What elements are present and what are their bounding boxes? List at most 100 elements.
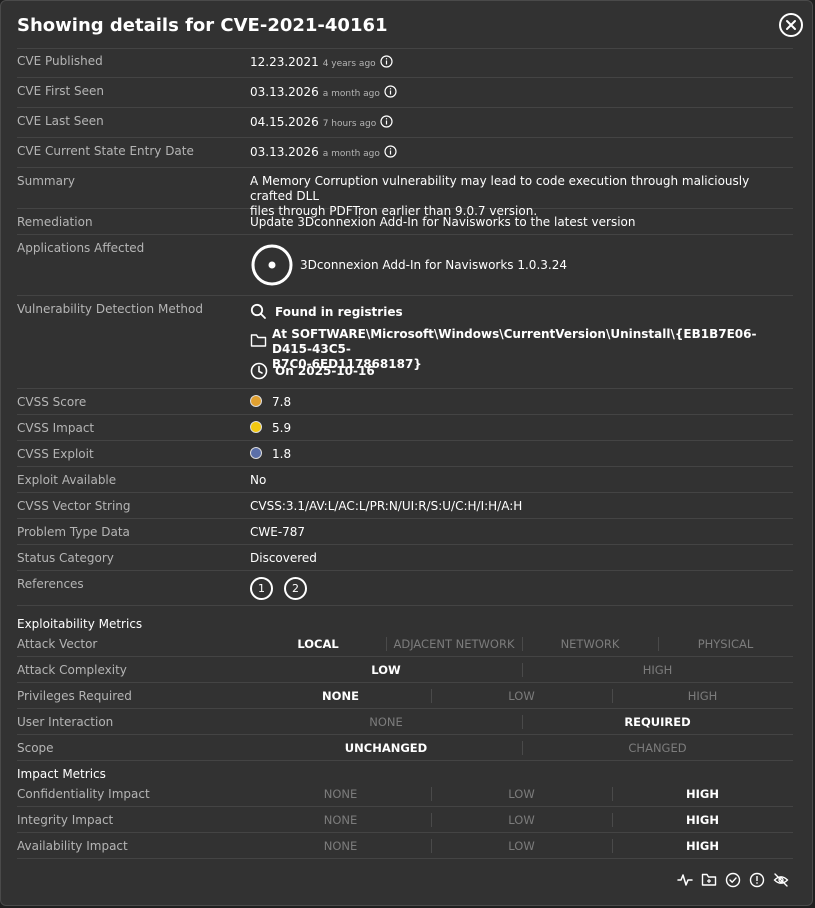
metric-privileges-required: Privileges Required NONE LOW HIGH [17, 689, 793, 709]
option-low[interactable]: LOW [431, 689, 612, 703]
option-network[interactable]: NETWORK [522, 637, 658, 651]
date-value: 03.13.2026 [250, 145, 319, 159]
row-cve-current-state: CVE Current State Entry Date 03.13.2026 a… [17, 144, 793, 168]
activity-icon[interactable] [677, 872, 693, 888]
option-none[interactable]: NONE [250, 839, 431, 853]
option-low[interactable]: LOW [431, 787, 612, 801]
option-required[interactable]: REQUIRED [522, 715, 793, 729]
exploitability-metrics-title: Exploitability Metrics [17, 617, 143, 631]
metric-label: Privileges Required [17, 689, 132, 703]
field-value: 12.23.2021 4 years ago [250, 55, 393, 69]
alert-circle-icon[interactable] [749, 872, 765, 888]
metric-scope: Scope UNCHANGED CHANGED [17, 741, 793, 761]
severity-dot [250, 421, 262, 433]
metric-attack-complexity: Attack Complexity LOW HIGH [17, 663, 793, 683]
field-value: 03.13.2026 a month ago [250, 145, 397, 159]
option-high[interactable]: HIGH [612, 839, 793, 853]
relative-time: a month ago [322, 149, 380, 159]
row-cvss-score: CVSS Score 7.8 [17, 395, 793, 415]
metric-label: Attack Complexity [17, 663, 127, 677]
field-value: Discovered [250, 551, 317, 565]
row-exploit-available: Exploit Available No [17, 473, 793, 493]
option-high[interactable]: HIGH [612, 813, 793, 827]
row-cvss-impact: CVSS Impact 5.9 [17, 421, 793, 441]
metric-integrity-impact: Integrity Impact NONE LOW HIGH [17, 813, 793, 833]
option-none[interactable]: NONE [250, 787, 431, 801]
option-none[interactable]: NONE [250, 715, 522, 729]
option-low[interactable]: LOW [431, 813, 612, 827]
option-high[interactable]: HIGH [612, 689, 793, 703]
metric-label: Availability Impact [17, 839, 128, 853]
field-label: CVE First Seen [17, 84, 105, 98]
option-adjacent-network[interactable]: ADJACENT NETWORK [386, 637, 522, 651]
modal-title: Showing details for CVE-2021-40161 [17, 15, 388, 36]
row-summary: Summary A Memory Corruption vulnerabilit… [17, 174, 793, 218]
metric-label: Scope [17, 741, 54, 755]
metric-user-interaction: User Interaction NONE REQUIRED [17, 715, 793, 735]
relative-time: 7 hours ago [322, 119, 377, 129]
score-value: 1.8 [272, 447, 292, 461]
application-icon [251, 244, 293, 286]
option-low[interactable]: LOW [250, 663, 522, 677]
field-value: 04.15.2026 7 hours ago [250, 115, 393, 129]
info-icon[interactable] [384, 85, 397, 98]
field-label: Problem Type Data [17, 525, 130, 539]
folder-icon[interactable] [701, 872, 717, 888]
option-high[interactable]: HIGH [612, 787, 793, 801]
row-cve-last-seen: CVE Last Seen 04.15.2026 7 hours ago [17, 114, 793, 138]
eye-off-icon[interactable] [773, 872, 789, 888]
option-none[interactable]: NONE [250, 689, 431, 703]
info-icon[interactable] [380, 115, 393, 128]
option-low[interactable]: LOW [431, 839, 612, 853]
option-changed[interactable]: CHANGED [522, 741, 793, 755]
option-local[interactable]: LOCAL [250, 637, 386, 651]
close-icon [786, 20, 796, 30]
row-status-category: Status Category Discovered [17, 551, 793, 571]
metric-label: User Interaction [17, 715, 114, 729]
check-circle-icon[interactable] [725, 872, 741, 888]
option-high[interactable]: HIGH [522, 663, 793, 677]
relative-time: 4 years ago [322, 59, 376, 69]
date-value: 03.13.2026 [250, 85, 319, 99]
row-cve-first-seen: CVE First Seen 03.13.2026 a month ago [17, 84, 793, 108]
metric-label: Confidentiality Impact [17, 787, 150, 801]
option-physical[interactable]: PHYSICAL [658, 637, 793, 651]
field-value: 7.8 [250, 395, 291, 409]
row-applications-affected: Applications Affected 3Dconnexion Add-In… [17, 241, 793, 296]
reference-link-2[interactable]: 2 [284, 577, 307, 600]
clock-icon [250, 362, 268, 380]
score-value: 7.8 [272, 395, 292, 409]
info-icon[interactable] [380, 55, 393, 68]
info-icon[interactable] [384, 145, 397, 158]
date-value: 04.15.2026 [250, 115, 319, 129]
field-label: CVE Last Seen [17, 114, 104, 128]
search-icon [250, 303, 266, 319]
close-button[interactable] [779, 13, 803, 37]
remediation-value: Update 3Dconnexion Add-In for Navisworks… [250, 215, 636, 229]
option-none[interactable]: NONE [250, 813, 431, 827]
summary-text: A Memory Corruption vulnerability may le… [250, 174, 793, 219]
field-label: References [17, 577, 84, 591]
score-value: 5.9 [272, 421, 292, 435]
detection-date: On 2025-10-16 [275, 364, 375, 378]
row-references: References 1 2 [17, 577, 793, 606]
metric-label: Integrity Impact [17, 813, 114, 827]
row-problem-type: Problem Type Data CWE-787 [17, 525, 793, 545]
cve-details-modal: Showing details for CVE-2021-40161 CVE P… [0, 0, 813, 906]
application-name[interactable]: 3Dconnexion Add-In for Navisworks 1.0.3.… [300, 258, 567, 272]
field-value: 5.9 [250, 421, 291, 435]
field-label: Applications Affected [17, 241, 145, 255]
relative-time: a month ago [322, 89, 380, 99]
header-divider [17, 48, 793, 49]
row-vector-string: CVSS Vector String CVSS:3.1/AV:L/AC:L/PR… [17, 499, 793, 519]
row-cve-published: CVE Published 12.23.2021 4 years ago [17, 54, 793, 78]
metric-label: Attack Vector [17, 637, 98, 651]
row-remediation: Remediation Update 3Dconnexion Add-In fo… [17, 215, 793, 235]
date-value: 12.23.2021 [250, 55, 319, 69]
severity-dot [250, 447, 262, 459]
field-value: CVSS:3.1/AV:L/AC:L/PR:N/UI:R/S:U/C:H/I:H… [250, 499, 523, 513]
option-unchanged[interactable]: UNCHANGED [250, 741, 522, 755]
metric-attack-vector: Attack Vector LOCAL ADJACENT NETWORK NET… [17, 637, 793, 657]
reference-link-1[interactable]: 1 [250, 577, 273, 600]
field-value: No [250, 473, 267, 487]
